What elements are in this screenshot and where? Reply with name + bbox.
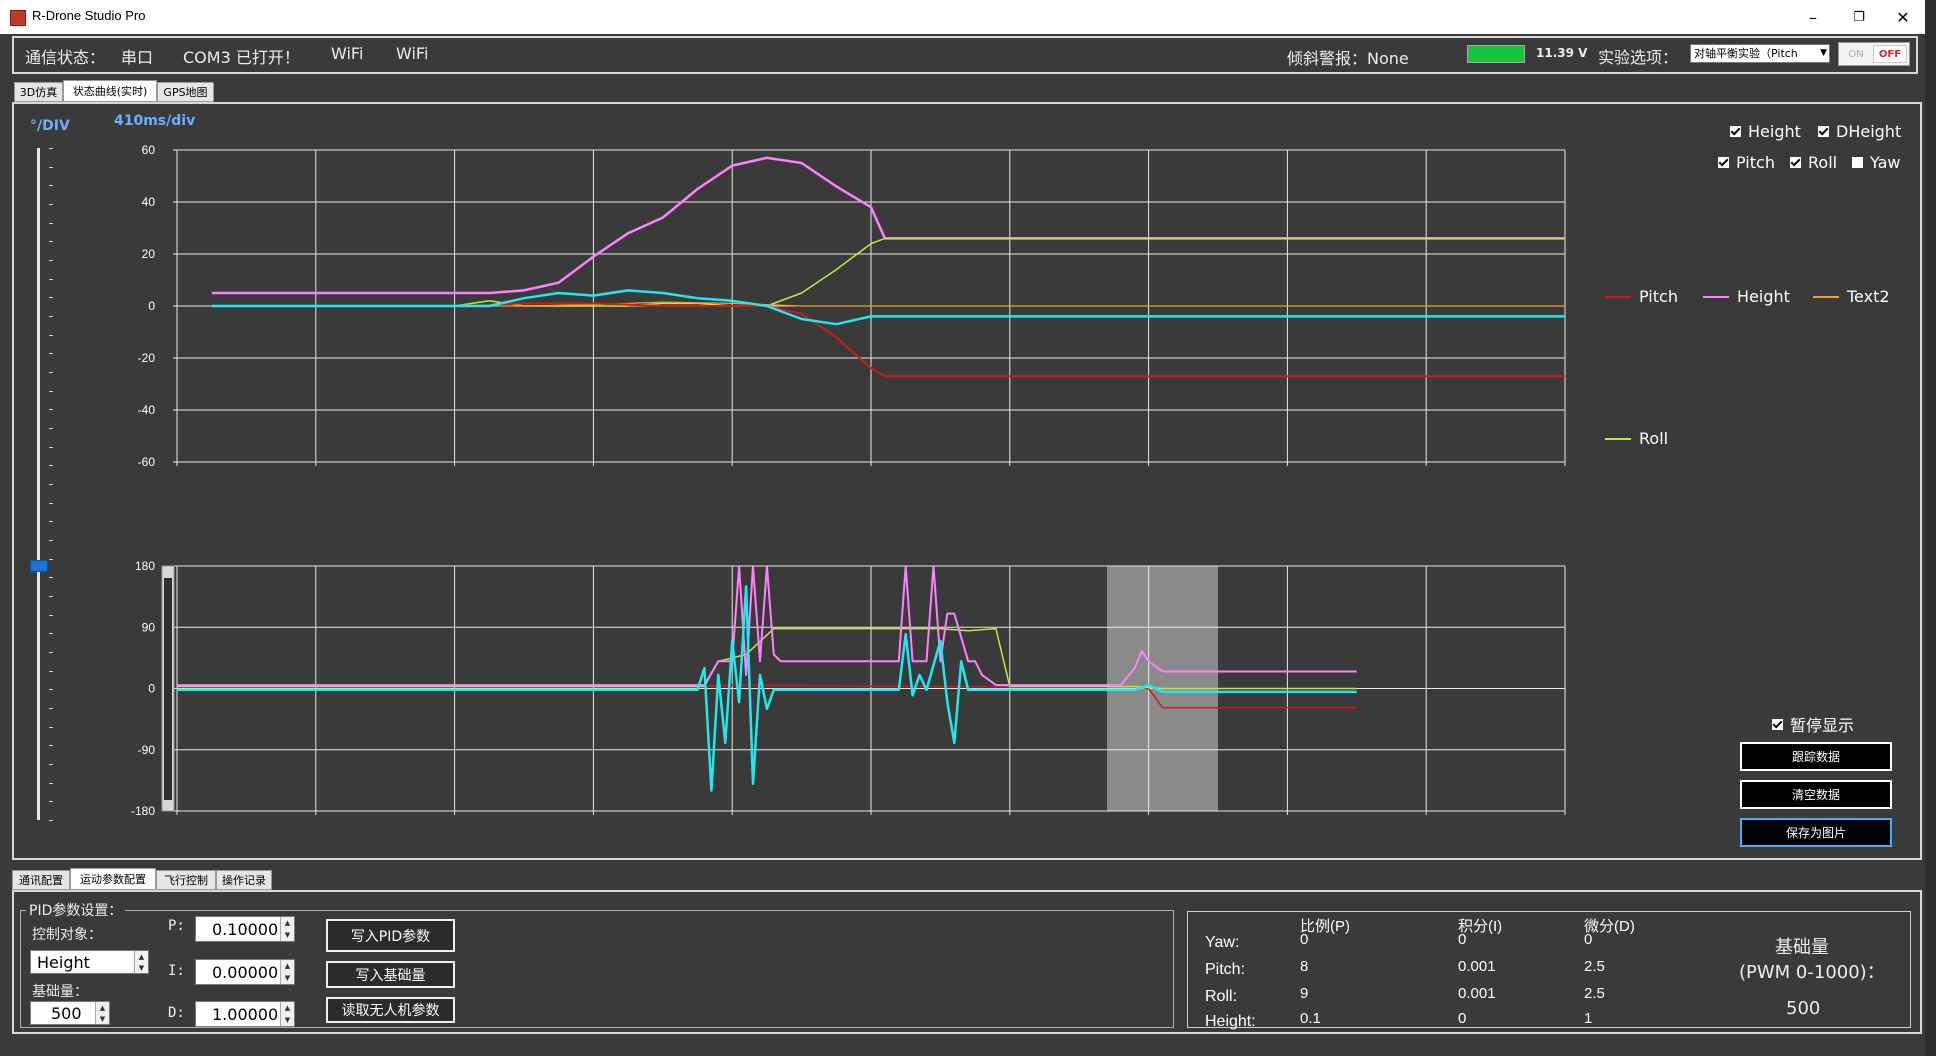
table-cell-i: 0.001 [1458, 985, 1496, 1002]
legend-swatch [1605, 437, 1631, 440]
lower-y-tick-label: -180 [131, 804, 155, 818]
read-drone-params-button[interactable]: 读取无人机参数 [326, 997, 455, 1023]
d-spinner[interactable]: ▲ ▼ [280, 1002, 294, 1026]
p-input[interactable]: 0.10000 ▲ ▼ [195, 916, 295, 942]
base-pwm-value: 500 [1786, 998, 1821, 1019]
table-cell-p: 0.1 [1300, 1010, 1321, 1027]
upper-y-tick-label: 40 [142, 195, 156, 209]
tab-flight-control[interactable]: 飞行控制 [156, 870, 216, 890]
i-value: 0.00000 [212, 962, 279, 982]
upper-y-tick-label: 20 [142, 247, 156, 261]
table-cell-d: 0 [1584, 931, 1593, 948]
checkbox-label: Pitch [1736, 153, 1775, 172]
upper-y-tick-label: -20 [138, 351, 156, 365]
checkbox-pitch[interactable]: Pitch [1718, 153, 1775, 172]
table-cell-p: 0 [1300, 931, 1309, 948]
save-image-button[interactable]: 保存为图片 [1740, 818, 1892, 847]
table-cell-p: 8 [1300, 958, 1309, 975]
i-input[interactable]: 0.00000 ▲ ▼ [195, 959, 295, 985]
table-row-name: Yaw: [1205, 934, 1240, 951]
table-cell-i: 0.001 [1458, 958, 1496, 975]
base-pwm-title: 基础量 [1775, 937, 1829, 958]
tab-operation-log[interactable]: 操作记录 [216, 870, 272, 890]
legend-label: Text2 [1847, 287, 1890, 306]
d-input[interactable]: 1.00000 ▲ ▼ [195, 1001, 295, 1027]
control-target-select[interactable]: Height ▲ ▼ [30, 950, 149, 974]
checkbox-label: Roll [1808, 153, 1838, 172]
checkbox-label: Height [1748, 122, 1801, 141]
base-amount-value: 500 [51, 1003, 82, 1023]
upper-series-pitch [211, 302, 1565, 378]
base-amount-label: 基础量： [32, 984, 88, 1000]
tab-motion-params[interactable]: 运动参数配置 [70, 868, 156, 890]
table-row-name: Pitch: [1205, 961, 1246, 978]
track-data-button[interactable]: 跟踪数据 [1740, 742, 1892, 771]
legend-item-text2: Text2 [1813, 287, 1890, 306]
checkbox-roll[interactable]: Roll [1790, 153, 1837, 172]
legend-item-roll: Roll [1605, 429, 1668, 448]
d-value: 1.00000 [212, 1004, 279, 1024]
p-value: 0.10000 [212, 919, 279, 939]
p-label: P: [168, 918, 185, 934]
table-cell-d: 1 [1584, 1010, 1593, 1027]
control-target-value: Height [37, 952, 90, 972]
legend-label: Pitch [1639, 287, 1678, 306]
base-amount-input[interactable]: 500 ▲ ▼ [30, 1001, 110, 1025]
legend-swatch [1703, 295, 1729, 298]
upper-series-dheight [211, 289, 1565, 326]
table-cell-d: 2.5 [1584, 985, 1605, 1002]
checkbox-yaw[interactable]: Yaw [1852, 153, 1900, 172]
clear-data-button[interactable]: 清空数据 [1740, 780, 1892, 809]
write-base-button[interactable]: 写入基础量 [326, 961, 455, 988]
write-pid-button[interactable]: 写入PID参数 [326, 919, 455, 952]
table-row-name: Height: [1205, 1013, 1256, 1030]
p-spinner[interactable]: ▲ ▼ [280, 917, 294, 941]
lower-y-tick-label: 90 [142, 620, 156, 634]
base-pwm-range: (PWM 0-1000)： [1739, 962, 1885, 983]
pause-display-label: 暂停显示 [1790, 716, 1855, 735]
upper-y-tick-label: -60 [138, 455, 156, 469]
upper-y-tick-label: 60 [142, 143, 156, 157]
lower-y-tick-label: -90 [138, 743, 156, 757]
base-spinner[interactable]: ▲ ▼ [95, 1002, 109, 1024]
i-label: I: [168, 963, 185, 979]
upper-y-tick-label: -40 [138, 403, 156, 417]
upper-y-tick-label: 0 [148, 299, 155, 313]
pause-checkbox-box[interactable] [1772, 718, 1783, 730]
table-cell-i: 0 [1458, 931, 1467, 948]
checkbox-box[interactable] [1790, 157, 1801, 168]
upper-series-height [211, 156, 1565, 295]
legend-item-height: Height [1703, 287, 1790, 306]
checkbox-box[interactable] [1730, 126, 1741, 137]
pid-groupbox [20, 910, 1174, 1028]
pid-group-label: PID参数设置： [26, 900, 126, 920]
checkbox-box[interactable] [1852, 157, 1863, 168]
checkbox-box[interactable] [1818, 126, 1829, 137]
upper-series-roll [211, 237, 1565, 307]
target-spinner[interactable]: ▲ ▼ [134, 951, 148, 973]
table-cell-d: 2.5 [1584, 958, 1605, 975]
checkbox-box[interactable] [1718, 157, 1729, 168]
legend-label: Roll [1639, 429, 1669, 448]
legend-swatch [1605, 295, 1631, 298]
pause-display-checkbox[interactable]: 暂停显示 [1772, 712, 1854, 736]
legend-swatch [1813, 295, 1839, 298]
legend-item-pitch: Pitch [1605, 287, 1678, 306]
d-label: D: [168, 1005, 185, 1021]
app-window: R-Drone Studio Pro – ❐ ✕ 通信状态： 串口 COM3 已… [0, 0, 1925, 1056]
lower-y-tick-label: 180 [135, 559, 155, 573]
table-cell-i: 0 [1458, 1010, 1467, 1027]
checkbox-label: DHeight [1836, 122, 1902, 141]
lower-y-tick-label: 0 [148, 682, 155, 696]
control-target-label: 控制对象： [32, 927, 102, 943]
lower-scrollbar-track [164, 578, 172, 800]
checkbox-label: Yaw [1870, 153, 1901, 172]
checkbox-height[interactable]: Height [1730, 122, 1801, 141]
table-row-name: Roll: [1205, 988, 1238, 1005]
checkbox-dheight[interactable]: DHeight [1818, 122, 1901, 141]
tab-comm-config[interactable]: 通讯配置 [12, 870, 70, 890]
table-cell-p: 9 [1300, 985, 1309, 1002]
legend-label: Height [1737, 287, 1790, 306]
i-spinner[interactable]: ▲ ▼ [280, 960, 294, 984]
